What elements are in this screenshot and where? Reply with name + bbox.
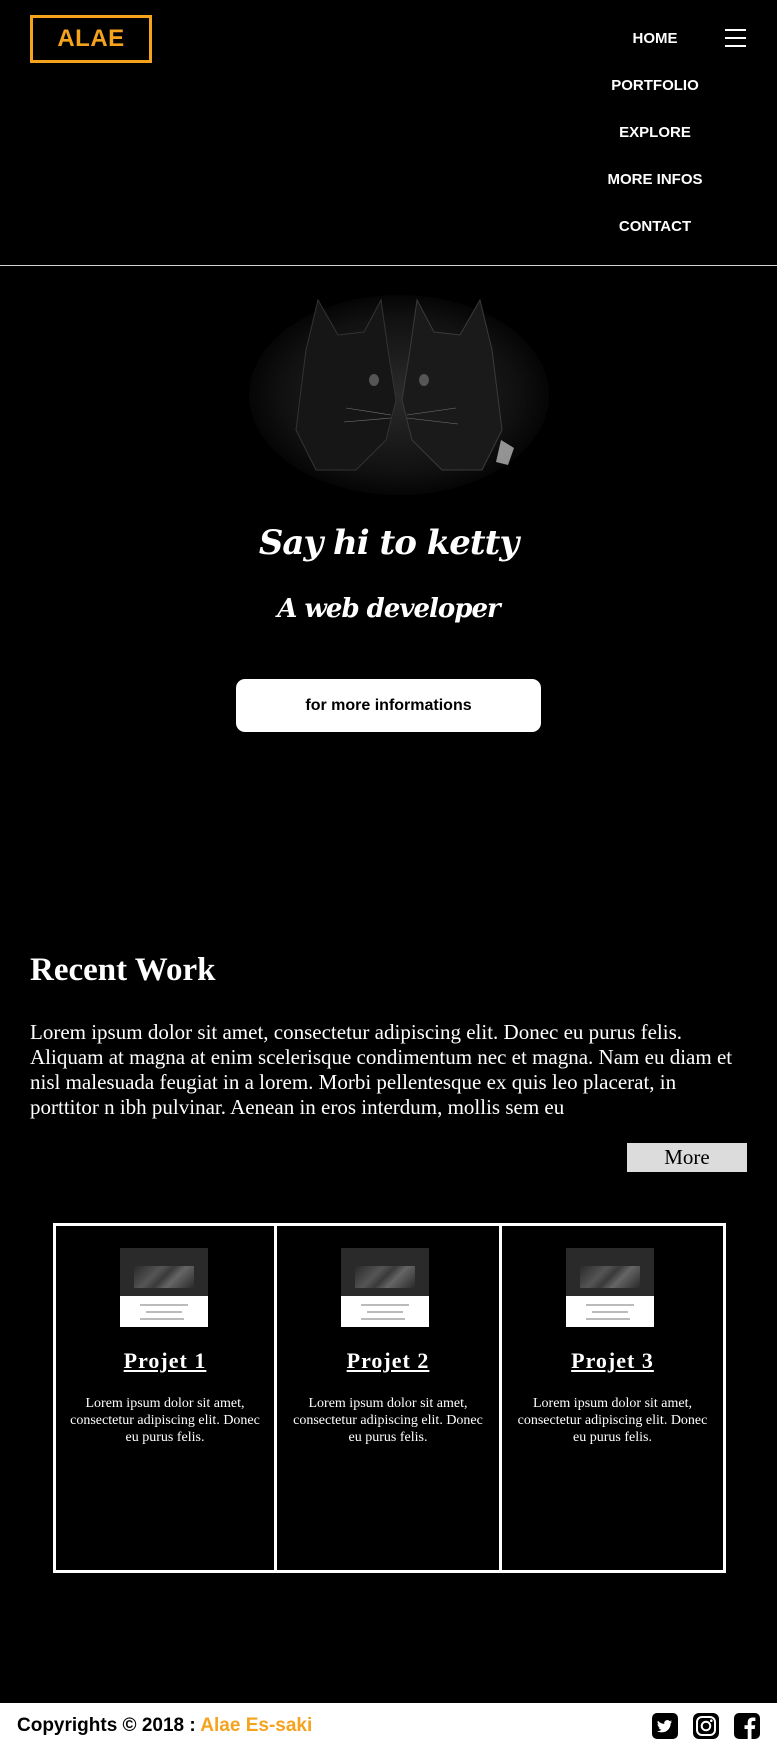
more-button[interactable]: More	[627, 1143, 747, 1172]
project-text: Lorem ipsum dolor sit amet, consectetur …	[293, 1396, 483, 1445]
project-thumbnail[interactable]	[341, 1248, 429, 1327]
main-nav: HOME PORTFOLIO EXPLORE MORE INFOS CONTAC…	[580, 18, 730, 253]
copyright-text: Copyrights © 2018 : Alae Es-saki	[17, 1715, 312, 1737]
project-card-1[interactable]: Projet 1 Lorem ipsum dolor sit amet, con…	[53, 1223, 277, 1573]
logo[interactable]: ALAE	[30, 15, 152, 63]
recent-work-title: Recent Work	[30, 952, 216, 988]
nav-home[interactable]: HOME	[580, 18, 730, 65]
nav-portfolio[interactable]: PORTFOLIO	[580, 65, 730, 112]
project-thumbnail[interactable]	[566, 1248, 654, 1327]
instagram-icon[interactable]	[692, 1712, 720, 1740]
hamburger-menu-icon[interactable]	[725, 29, 746, 47]
project-card-3[interactable]: Projet 3 Lorem ipsum dolor sit amet, con…	[502, 1223, 726, 1573]
project-title[interactable]: Projet 2	[277, 1348, 499, 1374]
project-text: Lorem ipsum dolor sit amet, consectetur …	[70, 1396, 260, 1445]
project-thumbnail[interactable]	[120, 1248, 208, 1327]
twitter-icon[interactable]	[651, 1712, 679, 1740]
project-card-2[interactable]: Projet 2 Lorem ipsum dolor sit amet, con…	[277, 1223, 502, 1573]
hero-subtitle: A web developer	[277, 594, 500, 624]
more-informations-button[interactable]: for more informations	[236, 679, 541, 732]
site-header: ALAE HOME PORTFOLIO EXPLORE MORE INFOS C…	[0, 0, 777, 266]
hero-cats-image	[246, 290, 552, 495]
recent-work-text: Lorem ipsum dolor sit amet, consectetur …	[30, 1020, 733, 1119]
facebook-icon[interactable]	[733, 1712, 761, 1740]
copyright-label: Copyrights © 2018 :	[17, 1715, 196, 1736]
nav-more-infos[interactable]: MORE INFOS	[580, 159, 730, 206]
site-footer: Copyrights © 2018 : Alae Es-saki	[0, 1703, 777, 1749]
nav-contact[interactable]: CONTACT	[580, 206, 730, 253]
nav-explore[interactable]: EXPLORE	[580, 112, 730, 159]
project-text: Lorem ipsum dolor sit amet, consectetur …	[517, 1396, 708, 1445]
author-name: Alae Es-saki	[200, 1715, 313, 1736]
project-title[interactable]: Projet 1	[56, 1348, 274, 1374]
projects-grid: Projet 1 Lorem ipsum dolor sit amet, con…	[53, 1223, 726, 1573]
hero-title: Say hi to ketty	[258, 523, 519, 563]
project-title[interactable]: Projet 3	[502, 1348, 723, 1374]
